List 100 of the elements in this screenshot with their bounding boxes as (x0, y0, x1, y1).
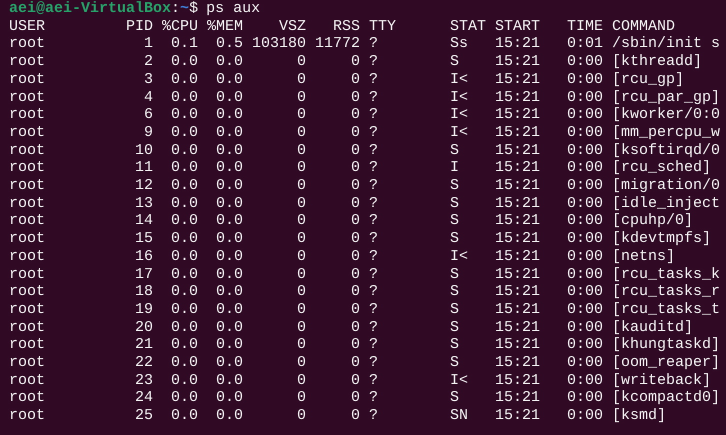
table-cell-text: 0.0 (214, 142, 243, 160)
table-cell-text: 0.0 (170, 300, 198, 319)
table-cell-text: ? (369, 354, 380, 372)
table-cell-text: ? (369, 372, 380, 390)
table-cell-text: ? (369, 266, 380, 284)
table-cell-text: S (450, 53, 460, 71)
table-cell-text: 0 (296, 70, 306, 89)
table-cell-text: 0:00 (566, 142, 603, 160)
table-cell-text: 24 (134, 389, 153, 408)
table-cell-text: 0:00 (566, 407, 603, 425)
table-cell-text: 23 (134, 372, 153, 390)
table-cell-text: ? (369, 318, 380, 336)
table-cell-text: 0.0 (214, 248, 243, 266)
table-cell-text: 0.0 (170, 70, 198, 89)
table-cell-text: 0 (296, 159, 306, 178)
table-cell-text: [writeback] (612, 372, 712, 390)
column-header: START (495, 18, 540, 36)
table-cell-text: [idle_inject (612, 194, 722, 212)
table-cell-text: 0.0 (170, 266, 198, 284)
table-cell-text: 0.0 (170, 177, 198, 195)
column-header: PID (124, 18, 153, 36)
table-cell-text: 0 (350, 212, 360, 230)
table-cell-text: ? (369, 248, 380, 266)
table-cell-text: root (9, 124, 46, 142)
table-cell-text: 0:00 (566, 212, 603, 230)
table-cell-text: [kthreadd] (612, 53, 704, 71)
table-cell-text: [kdevtmpfs] (612, 230, 712, 248)
table-cell-text: 0:00 (566, 389, 603, 408)
table-cell-text: [oom_reaper] (612, 354, 722, 372)
table-cell-text: ? (369, 194, 380, 212)
table-cell-text: [khungtaskd] (612, 336, 722, 354)
prompt-user-host: aei@aei-VirtualBox (9, 0, 172, 18)
table-cell-text: 10 (134, 142, 153, 160)
table-cell-text: ? (369, 300, 380, 319)
table-cell-text: 0:00 (566, 248, 603, 266)
table-cell-text: 0 (296, 88, 306, 106)
table-cell-text: root (9, 283, 46, 301)
table-cell-text: I (450, 159, 460, 178)
table-cell: 15:21 (495, 248, 540, 266)
table-cell-text: 0.0 (170, 354, 198, 372)
table-cell-text: 0.0 (170, 106, 198, 124)
column-header: VSZ (278, 18, 306, 36)
table-cell-text: root (9, 248, 46, 266)
table-cell: 11772 (315, 35, 360, 54)
table-cell-text: I< (450, 248, 470, 266)
table-cell-text: 0 (350, 159, 360, 178)
table-cell-text: 19 (134, 300, 153, 319)
table-cell-text: 0 (350, 283, 360, 301)
table-cell: 15:21 (495, 407, 540, 425)
table-cell-text: Ss (450, 35, 470, 54)
table-cell-text: 0.0 (214, 230, 243, 248)
table-cell-text: [kworker/0:0 (612, 106, 722, 124)
table-cell-text: 0.0 (170, 212, 198, 230)
table-cell-text: root (9, 212, 46, 230)
table-cell-text: [kauditd] (612, 318, 694, 336)
table-cell-text: [kcompactd0] (612, 389, 722, 408)
table-cell-text: 0 (296, 336, 306, 354)
table-cell-text: 0 (296, 407, 306, 425)
table-cell: 15:21 (495, 336, 540, 354)
table-cell-text: 0:00 (566, 354, 603, 372)
table-cell-text: 0 (296, 372, 306, 390)
table-cell-text: 0:00 (566, 177, 603, 195)
table-cell-text: ? (369, 212, 380, 230)
table-cell-text: 13 (134, 194, 153, 212)
table-cell-text: 0.0 (214, 318, 243, 336)
table-cell-text: 15 (134, 230, 153, 248)
table-cell-text: root (9, 336, 46, 354)
table-cell-text: S (450, 194, 460, 212)
table-cell-text: 0 (296, 230, 306, 248)
table-cell-text: 0.1 (170, 35, 198, 54)
table-cell-text: 0.0 (214, 336, 243, 354)
table-cell-text: root (9, 372, 46, 390)
table-cell-text: 0 (350, 124, 360, 142)
table-cell-text: 0:00 (566, 318, 603, 336)
table-cell-text: I< (450, 124, 470, 142)
table-cell-text: 0.0 (170, 389, 198, 408)
table-cell-text: S (450, 389, 460, 408)
table-cell-text: 0 (350, 336, 360, 354)
table-cell-text: 0 (350, 372, 360, 390)
table-cell-text: root (9, 53, 46, 71)
table-cell-text: 0.0 (214, 194, 243, 212)
column-header: TIME (566, 18, 603, 36)
table-cell-text: 0.0 (170, 336, 198, 354)
table-cell-text: 0 (296, 106, 306, 124)
table-cell-text: 20 (134, 318, 153, 336)
table-cell-text: 0 (350, 53, 360, 71)
prompt-path: ~ (180, 0, 190, 18)
table-cell-text: root (9, 354, 46, 372)
table-cell-text: [rcu_tasks_k (612, 266, 722, 284)
table-cell-text: 0.0 (214, 70, 243, 89)
table-cell-text: 0:00 (566, 124, 603, 142)
table-cell-text: 0.0 (170, 372, 198, 390)
table-cell-text: 0.0 (214, 106, 243, 124)
table-cell-text: 0.0 (214, 266, 243, 284)
table-cell-text: 0 (350, 407, 360, 425)
table-cell-text: 0:00 (566, 106, 603, 124)
table-cell: 15:21 (495, 212, 540, 230)
table-cell-text: 0:00 (566, 300, 603, 319)
table-cell-text: SN (450, 407, 470, 425)
table-cell-text: 0:01 (566, 35, 603, 54)
